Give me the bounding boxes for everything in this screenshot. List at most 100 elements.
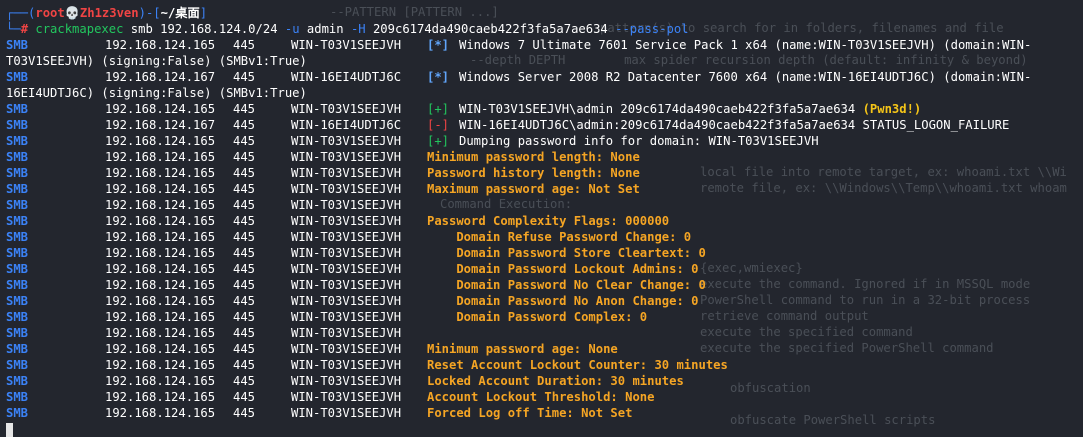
message-text: Domain Password No Anon Change: 0	[427, 294, 699, 308]
ip-address: 192.168.124.165	[105, 342, 216, 356]
output-row: SMB 192.168.124.165 445 WIN-T03V1SEEJVH Lock…	[6, 373, 1081, 389]
protocol-label: SMB	[6, 342, 29, 356]
ip-address: 192.168.124.165	[105, 214, 216, 228]
port-number: 445	[233, 214, 256, 228]
ip-address: 192.168.124.165	[105, 246, 216, 260]
output-row: SMB 192.168.124.165 445 WIN-T03V1SEEJVH Dom…	[6, 245, 1081, 261]
hostname: WIN-T03V1SEEJVH	[291, 198, 402, 212]
output-row: SMB 192.168.124.165 445 WIN-T03V1SEEJVH Pass…	[6, 213, 1081, 229]
message-text: Domain Refuse Password Change: 0	[427, 230, 692, 244]
ip-address: 192.168.124.165	[105, 294, 216, 308]
message-text: Account Lockout Threshold: None	[427, 390, 655, 404]
output-row: SMB 192.168.124.165 445 WIN-T03V1SEEJVH Mini…	[6, 149, 1081, 165]
ip-address: 192.168.124.165	[105, 326, 216, 340]
status-tag: [-]	[427, 118, 450, 132]
output-row: SMB 192.168.124.165 445 WIN-T03V1SEEJVH Dom…	[6, 277, 1081, 293]
prompt-line-1: ┌──(root💀Zh1z3ven)-[~/桌面]	[6, 5, 1081, 21]
hostname: WIN-T03V1SEEJVH	[291, 182, 402, 196]
output-lines: SMB 192.168.124.165 445 WIN-T03V1SEEJVH [*] W…	[6, 37, 1081, 421]
ip-address: 192.168.124.165	[105, 198, 216, 212]
hostname: WIN-T03V1SEEJVH	[291, 230, 402, 244]
terminal-output[interactable]: ┌──(root💀Zh1z3ven)-[~/桌面] └─# crackmapex…	[6, 5, 1081, 437]
protocol-label: SMB	[6, 70, 29, 84]
prompt-path-close: ]	[199, 6, 208, 20]
skull-icon: 💀	[64, 6, 80, 20]
message-text: WIN-16EI4UDTJ6C\admin:209c6174da490caeb4…	[459, 118, 1010, 132]
message-text: Dumping password info for domain: WIN-T0…	[459, 134, 819, 148]
protocol-label: SMB	[6, 134, 29, 148]
ip-address: 192.168.124.165	[105, 278, 216, 292]
hostname: WIN-T03V1SEEJVH	[291, 246, 402, 260]
ip-address: 192.168.124.165	[105, 150, 216, 164]
hostname: WIN-T03V1SEEJVH	[291, 38, 402, 52]
hostname: WIN-T03V1SEEJVH	[291, 294, 402, 308]
message-text: Windows Server 2008 R2 Datacenter 7600 x…	[459, 70, 1032, 84]
prompt-host: Zh1z3ven	[79, 6, 139, 20]
output-row: SMB 192.168.124.165 445 WIN-T03V1SEEJVH Dom…	[6, 293, 1081, 309]
hostname: WIN-T03V1SEEJVH	[291, 214, 402, 228]
ip-address: 192.168.124.165	[105, 230, 216, 244]
user-arg: admin	[306, 22, 344, 36]
output-row: SMB 192.168.124.165 445 WIN-T03V1SEEJVH [+] D…	[6, 133, 1081, 149]
port-number: 445	[233, 166, 256, 180]
output-row: SMB 192.168.124.165 445 WIN-T03V1SEEJVH Maxi…	[6, 181, 1081, 197]
protocol-label: SMB	[6, 310, 29, 324]
status-tag: [+]	[427, 134, 450, 148]
prompt-path-open: )-[	[138, 6, 161, 20]
ip-address: 192.168.124.165	[105, 262, 216, 276]
protocol-label: SMB	[6, 390, 29, 404]
port-number: 445	[233, 198, 256, 212]
output-row: SMB 192.168.124.165 445 WIN-T03V1SEEJVH	[6, 197, 1081, 213]
output-row: 16EI4UDTJ6C) (signing:False) (SMBv1:True…	[6, 85, 1081, 101]
wrapped-text: 16EI4UDTJ6C) (signing:False) (SMBv1:True…	[6, 86, 307, 100]
output-row: SMB 192.168.124.165 445 WIN-T03V1SEEJVH	[6, 325, 1081, 341]
pwned-badge: (Pwn3d!)	[862, 102, 922, 116]
prompt-corner: ┌──(	[6, 6, 36, 20]
flag-u: -u	[284, 22, 300, 36]
flag-h: -H	[350, 22, 366, 36]
status-tag: [*]	[427, 70, 450, 84]
hostname: WIN-T03V1SEEJVH	[291, 358, 402, 372]
port-number: 445	[233, 374, 256, 388]
output-row: SMB 192.168.124.165 445 WIN-T03V1SEEJVH [+] W…	[6, 101, 1081, 117]
port-number: 445	[233, 326, 256, 340]
ip-address: 192.168.124.165	[105, 166, 216, 180]
prompt-hash-prefix: └─	[6, 22, 21, 36]
message-text: Password history length: None	[427, 166, 640, 180]
prompt-hash: #	[20, 22, 29, 36]
hostname: WIN-T03V1SEEJVH	[291, 374, 402, 388]
status-tag: [+]	[427, 102, 450, 116]
port-number: 445	[233, 262, 256, 276]
output-row: T03V1SEEJVH) (signing:False) (SMBv1:True…	[6, 53, 1081, 69]
wrapped-text: T03V1SEEJVH) (signing:False) (SMBv1:True…	[6, 54, 307, 68]
prompt-path: ~/桌面	[160, 6, 200, 20]
message-text: Forced Log off Time: Not Set	[427, 406, 633, 420]
port-number: 445	[233, 342, 256, 356]
hostname: WIN-T03V1SEEJVH	[291, 342, 402, 356]
hostname: WIN-T03V1SEEJVH	[291, 134, 402, 148]
port-number: 445	[233, 230, 256, 244]
output-row: SMB 192.168.124.165 445 WIN-T03V1SEEJVH Acco…	[6, 389, 1081, 405]
port-number: 445	[233, 38, 256, 52]
message-text: Domain Password No Clear Change: 0	[427, 278, 706, 292]
hostname: WIN-T03V1SEEJVH	[291, 102, 402, 116]
message-text: Windows 7 Ultimate 7601 Service Pack 1 x…	[459, 38, 1032, 52]
output-row: SMB 192.168.124.165 445 WIN-T03V1SEEJVH [*] W…	[6, 37, 1081, 53]
ip-address: 192.168.124.165	[105, 374, 216, 388]
ip-address: 192.168.124.165	[105, 406, 216, 420]
output-row: SMB 192.168.124.167 445 WIN-16EI4UDTJ6C [-] W…	[6, 117, 1081, 133]
protocol-label: SMB	[6, 182, 29, 196]
protocol-label: SMB	[6, 406, 29, 420]
output-row: SMB 192.168.124.165 445 WIN-T03V1SEEJVH Pass…	[6, 165, 1081, 181]
protocol-label: SMB	[6, 278, 29, 292]
output-row: SMB 192.168.124.165 445 WIN-T03V1SEEJVH Dom…	[6, 229, 1081, 245]
hostname: WIN-T03V1SEEJVH	[291, 406, 402, 420]
message-text: WIN-T03V1SEEJVH\admin 209c6174da490caeb4…	[459, 102, 863, 116]
port-number: 445	[233, 358, 256, 372]
command-args: smb 192.168.124.0/24	[130, 22, 278, 36]
protocol-label: SMB	[6, 38, 29, 52]
ip-address: 192.168.124.165	[105, 390, 216, 404]
output-row: SMB 192.168.124.165 445 WIN-T03V1SEEJVH Forc…	[6, 405, 1081, 421]
output-row: SMB 192.168.124.167 445 WIN-16EI4UDTJ6C [*] W…	[6, 69, 1081, 85]
port-number: 445	[233, 182, 256, 196]
